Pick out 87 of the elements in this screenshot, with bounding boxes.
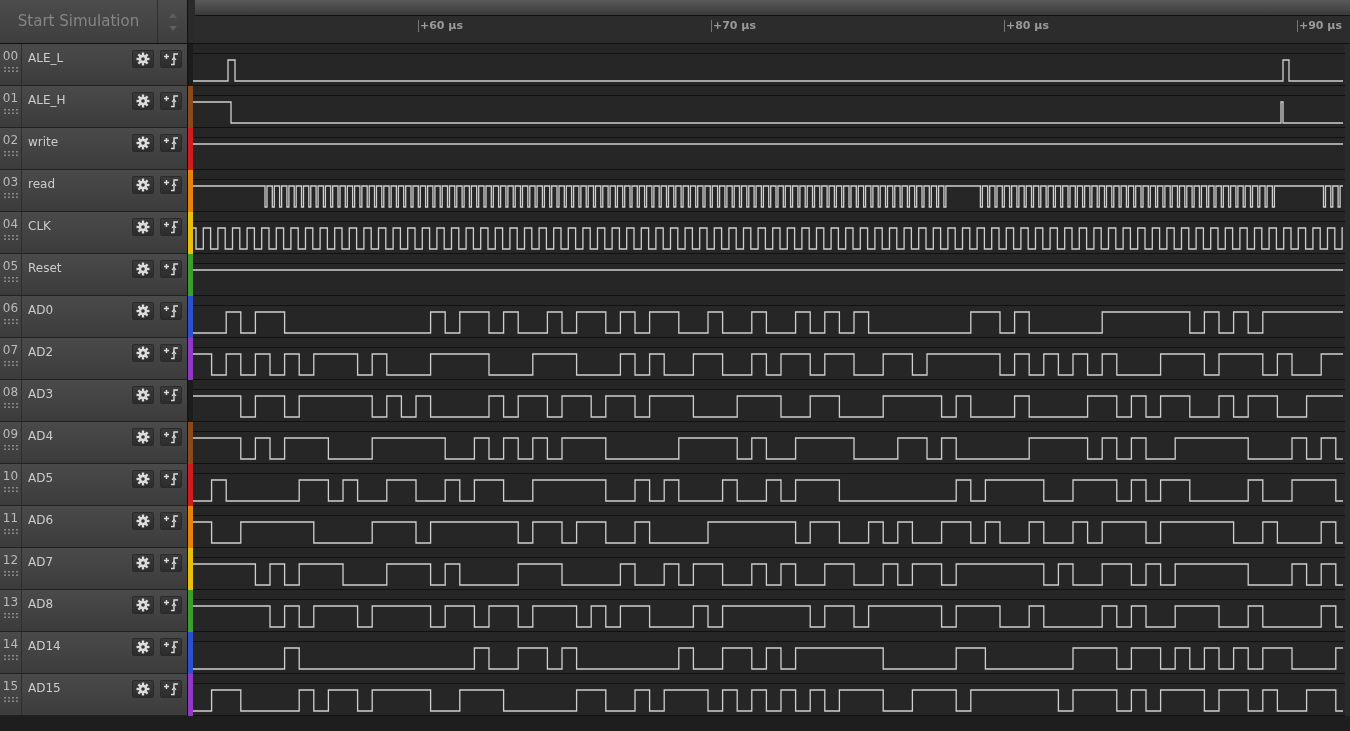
time-tick-label: +70 µs <box>711 20 756 32</box>
settings-button[interactable] <box>132 596 154 614</box>
channel-name[interactable]: AD6 <box>22 506 132 547</box>
drag-handle-icon[interactable] <box>3 277 18 282</box>
channel-name[interactable]: write <box>22 128 132 169</box>
channel-number: 13 <box>2 596 19 608</box>
time-tick-label: +80 µs <box>1004 20 1049 32</box>
channel-name[interactable]: AD8 <box>22 590 132 631</box>
channel-number: 05 <box>2 260 19 272</box>
channel-number: 02 <box>2 134 19 146</box>
time-ruler[interactable]: +60 µs +70 µs +80 µs +90 µs <box>195 16 1350 43</box>
channel-number: 04 <box>2 218 19 230</box>
settings-button[interactable] <box>132 344 154 362</box>
settings-button[interactable] <box>132 428 154 446</box>
channel-name[interactable]: AD0 <box>22 296 132 337</box>
channel-number: 14 <box>2 638 19 650</box>
drag-handle-icon[interactable] <box>3 697 18 702</box>
drag-handle-icon[interactable] <box>3 235 18 240</box>
drag-handle-icon[interactable] <box>3 487 18 492</box>
settings-button[interactable] <box>132 176 154 194</box>
trigger-button[interactable] <box>160 302 182 320</box>
channel-name[interactable]: read <box>22 170 132 211</box>
trigger-button[interactable] <box>160 680 182 698</box>
trigger-button[interactable] <box>160 512 182 530</box>
channel-number: 15 <box>2 680 19 692</box>
trigger-button[interactable] <box>160 344 182 362</box>
trigger-button[interactable] <box>160 92 182 110</box>
time-tick-label: +60 µs <box>418 20 463 32</box>
settings-button[interactable] <box>132 134 154 152</box>
channel-number: 07 <box>2 344 19 356</box>
channel-name[interactable]: AD5 <box>22 464 132 505</box>
settings-button[interactable] <box>132 92 154 110</box>
settings-button[interactable] <box>132 260 154 278</box>
drag-handle-icon[interactable] <box>3 445 18 450</box>
channel-number: 11 <box>2 512 19 524</box>
settings-button[interactable] <box>132 470 154 488</box>
trigger-button[interactable] <box>160 386 182 404</box>
drag-handle-icon[interactable] <box>3 571 18 576</box>
drag-handle-icon[interactable] <box>3 403 18 408</box>
trigger-button[interactable] <box>160 50 182 68</box>
channel-name[interactable]: AD3 <box>22 380 132 421</box>
trigger-button[interactable] <box>160 554 182 572</box>
channel-number: 00 <box>2 50 19 62</box>
trigger-button[interactable] <box>160 218 182 236</box>
trigger-button[interactable] <box>160 596 182 614</box>
trigger-button[interactable] <box>160 638 182 656</box>
channel-name[interactable]: AD14 <box>22 632 132 673</box>
channel-number: 09 <box>2 428 19 440</box>
settings-button[interactable] <box>132 512 154 530</box>
settings-button[interactable] <box>132 50 154 68</box>
channel-name[interactable]: AD15 <box>22 674 132 715</box>
trigger-button[interactable] <box>160 176 182 194</box>
settings-button[interactable] <box>132 680 154 698</box>
channel-name[interactable]: ALE_H <box>22 86 132 127</box>
trigger-button[interactable] <box>160 470 182 488</box>
splitter-handle[interactable] <box>187 0 195 43</box>
channel-number: 12 <box>2 554 19 566</box>
settings-button[interactable] <box>132 386 154 404</box>
channel-number: 03 <box>2 176 19 188</box>
settings-button[interactable] <box>132 218 154 236</box>
drag-handle-icon[interactable] <box>3 109 18 114</box>
drag-handle-icon[interactable] <box>3 193 18 198</box>
trigger-button[interactable] <box>160 428 182 446</box>
settings-button[interactable] <box>132 638 154 656</box>
settings-button[interactable] <box>132 554 154 572</box>
drag-handle-icon[interactable] <box>3 151 18 156</box>
channel-number: 01 <box>2 92 19 104</box>
timeline-bar[interactable] <box>195 0 1350 16</box>
drag-handle-icon[interactable] <box>3 361 18 366</box>
channel-number: 10 <box>2 470 19 482</box>
drag-handle-icon[interactable] <box>3 655 18 660</box>
channel-name[interactable]: ALE_L <box>22 44 132 85</box>
time-tick-label: +90 µs <box>1297 20 1342 32</box>
channel-name[interactable]: CLK <box>22 212 132 253</box>
drag-handle-icon[interactable] <box>3 67 18 72</box>
channel-name[interactable]: AD4 <box>22 422 132 463</box>
settings-button[interactable] <box>132 302 154 320</box>
channel-number: 08 <box>2 386 19 398</box>
channel-name[interactable]: AD2 <box>22 338 132 379</box>
trigger-button[interactable] <box>160 134 182 152</box>
drag-handle-icon[interactable] <box>3 319 18 324</box>
channel-name[interactable]: Reset <box>22 254 132 295</box>
drag-handle-icon[interactable] <box>3 613 18 618</box>
channel-number: 06 <box>2 302 19 314</box>
drag-handle-icon[interactable] <box>3 529 18 534</box>
channel-name[interactable]: AD7 <box>22 548 132 589</box>
trigger-button[interactable] <box>160 260 182 278</box>
